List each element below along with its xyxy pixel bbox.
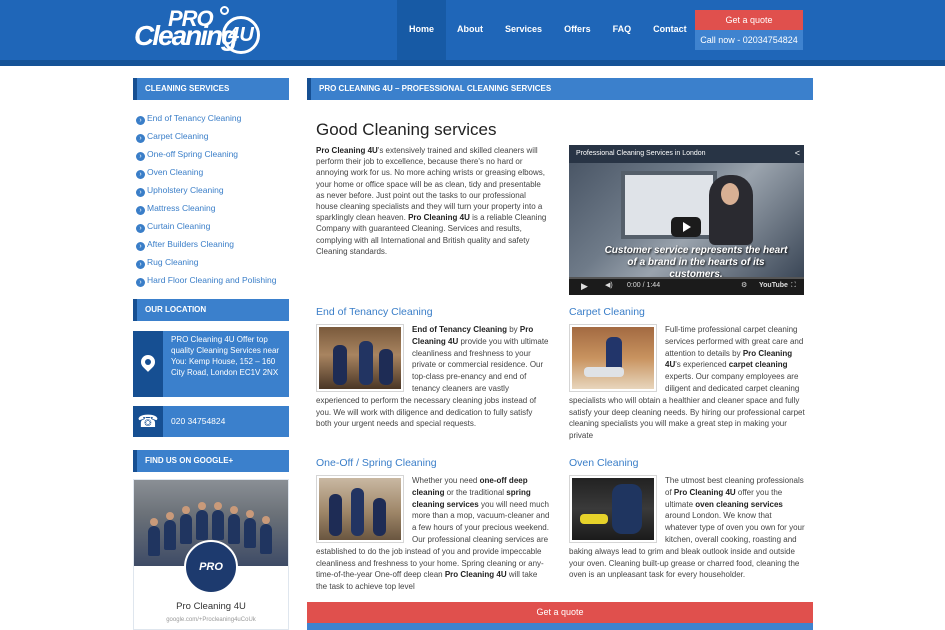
video-player[interactable]: Professional Cleaning Services in London… <box>569 145 804 295</box>
tenancy-section-title[interactable]: End of Tenancy Cleaning <box>316 306 433 318</box>
arrow-right-icon: › <box>136 224 145 233</box>
service-link-rug[interactable]: › Rug Cleaning <box>136 253 288 271</box>
main-nav: Home About Services Offers FAQ Contact <box>397 0 698 60</box>
video-time: 0:00 / 1:44 <box>627 282 661 289</box>
site-logo[interactable]: PRO Cleaning 4U <box>134 6 264 56</box>
video-progress-bar[interactable] <box>569 277 804 279</box>
bottom-quote-button[interactable]: Get a quote <box>307 602 813 623</box>
volume-icon[interactable]: ◀) <box>605 280 613 292</box>
nav-offers[interactable]: Offers <box>553 0 602 60</box>
arrow-right-icon: › <box>136 152 145 161</box>
settings-icon[interactable]: ⚙ <box>741 280 747 292</box>
phone-box[interactable]: ☎ 020 34754824 <box>133 406 289 437</box>
oven-section-title[interactable]: Oven Cleaning <box>569 457 638 469</box>
service-link-carpet[interactable]: › Carpet Cleaning <box>136 127 288 145</box>
google-plus-name: Pro Cleaning 4U <box>176 601 246 612</box>
nav-home[interactable]: Home <box>397 0 447 60</box>
fullscreen-icon[interactable]: ⛶ <box>791 280 796 292</box>
services-list: › End of Tenancy Cleaning › Carpet Cleanin… <box>136 109 288 289</box>
intro-paragraph: Pro Cleaning 4U's extensively trained an… <box>316 146 547 256</box>
google-plus-card[interactable]: PRO Cleaning 4U Pro Cleaning 4U google.c… <box>133 479 289 630</box>
service-link-curtain[interactable]: › Curtain Cleaning <box>136 217 288 235</box>
nav-contact[interactable]: Contact <box>642 0 698 60</box>
page-title: Good Cleaning services <box>316 120 497 139</box>
service-link-end-of-tenancy[interactable]: › End of Tenancy Cleaning <box>136 109 288 127</box>
header-underline <box>0 60 945 66</box>
location-icon-panel <box>133 331 163 397</box>
video-caption: Customer service represents the heart of… <box>604 245 788 280</box>
google-plus-avatar: PRO Cleaning 4U <box>184 540 238 623</box>
google-plus-heading: FIND US ON GOOGLE+ <box>133 450 289 472</box>
map-pin-icon <box>138 352 158 372</box>
service-link-after-builders[interactable]: › After Builders Cleaning <box>136 235 288 253</box>
phone-number: 020 34754824 <box>171 416 226 426</box>
video-title: Professional Cleaning Services in London <box>576 150 706 157</box>
arrow-right-icon: › <box>136 170 145 179</box>
nav-faq[interactable]: FAQ <box>602 0 643 60</box>
carpet-photo <box>569 324 657 392</box>
share-icon[interactable]: < <box>795 148 800 158</box>
site-header: PRO Cleaning 4U Home About Services Offe… <box>0 0 945 60</box>
tenancy-photo <box>316 324 404 392</box>
oven-photo <box>569 475 657 543</box>
service-link-upholstery[interactable]: › Upholstery Cleaning <box>136 181 288 199</box>
logo-cleaning-text: Cleaning <box>134 20 238 51</box>
play-icon[interactable] <box>671 217 701 237</box>
arrow-right-icon: › <box>136 188 145 197</box>
spring-section-title[interactable]: One-Off / Spring Cleaning <box>316 457 437 469</box>
telephone-icon: ☎ <box>133 406 163 437</box>
play-control-icon[interactable]: ▶ <box>581 280 588 292</box>
header-quote-button[interactable]: Get a quote <box>695 10 803 30</box>
nav-about[interactable]: About <box>446 0 494 60</box>
logo-dot <box>220 6 229 15</box>
service-link-hard-floor[interactable]: › Hard Floor Cleaning and Polishing <box>136 271 288 289</box>
arrow-right-icon: › <box>136 206 145 215</box>
bottom-call-bar[interactable] <box>307 623 813 630</box>
google-plus-url: google.com/+Procleaning4uCoUk <box>166 617 256 623</box>
nav-services[interactable]: Services <box>494 0 553 60</box>
our-location-heading: OUR LOCATION <box>133 299 289 321</box>
arrow-right-icon: › <box>136 242 145 251</box>
arrow-right-icon: › <box>136 116 145 125</box>
youtube-logo[interactable]: YouTube <box>759 280 788 292</box>
spring-photo <box>316 475 404 543</box>
service-link-oven[interactable]: › Oven Cleaning <box>136 163 288 181</box>
main-heading: PRO CLEANING 4U – PROFESSIONAL CLEANING … <box>307 78 813 100</box>
logo-4u-badge: 4U <box>222 16 260 54</box>
service-link-one-off-spring[interactable]: › One-off Spring Cleaning <box>136 145 288 163</box>
carpet-section-title[interactable]: Carpet Cleaning <box>569 306 645 318</box>
service-link-mattress[interactable]: › Mattress Cleaning <box>136 199 288 217</box>
location-box: PRO Cleaning 4U Offer top quality Cleani… <box>133 331 289 397</box>
cleaning-services-heading: CLEANING SERVICES <box>133 78 289 100</box>
arrow-right-icon: › <box>136 278 145 287</box>
video-thumbnail: Customer service represents the heart of… <box>569 163 804 280</box>
arrow-right-icon: › <box>136 260 145 269</box>
location-address: PRO Cleaning 4U Offer top quality Cleani… <box>171 335 280 377</box>
header-call-button[interactable]: Call now - 02034754824 <box>695 30 803 50</box>
arrow-right-icon: › <box>136 134 145 143</box>
video-controls: ▶ ◀) 0:00 / 1:44 ⚙ YouTube ⛶ <box>569 277 804 295</box>
